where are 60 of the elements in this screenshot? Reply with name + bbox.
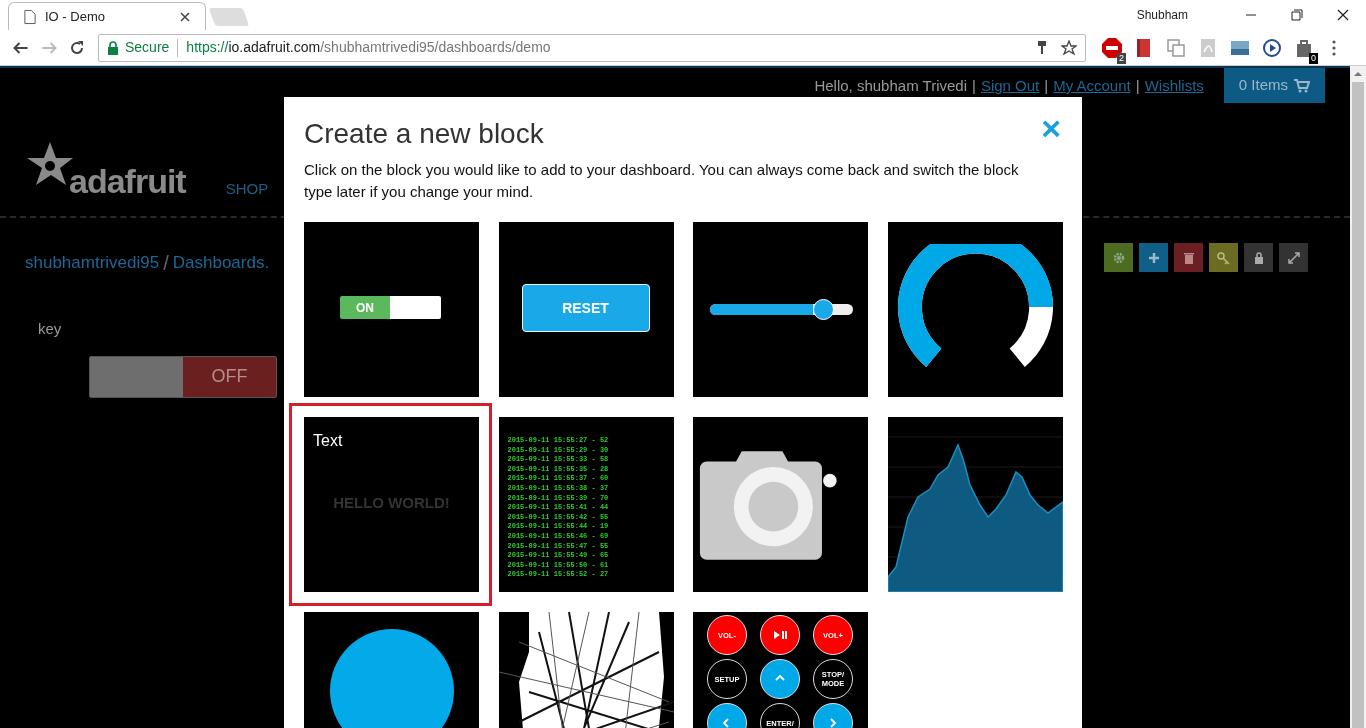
breadcrumb-link[interactable]: Dashboards. (172, 250, 270, 276)
play-pause-icon (772, 630, 788, 640)
trash-icon (1181, 250, 1196, 265)
block-tile[interactable] (693, 222, 868, 397)
menu-icon[interactable] (1332, 38, 1336, 57)
delete-button[interactable] (1174, 243, 1203, 272)
logo-text[interactable]: adafruit (69, 164, 186, 198)
fullscreen-button[interactable] (1279, 243, 1308, 272)
page-icon (23, 8, 37, 25)
separator-text: | (1044, 75, 1049, 96)
breadcrumb-link[interactable]: shubhamtrivedi95 (25, 250, 160, 276)
reset-button: RESET (521, 284, 650, 332)
plus-icon (1146, 250, 1161, 265)
lock-button[interactable] (1244, 243, 1273, 272)
play-icon[interactable] (1262, 37, 1282, 58)
gear-icon (1111, 250, 1126, 265)
modal-description: Click on the block you would like to add to your dashboard. You can always come back and switch the block type later if you change your mind. (304, 160, 1020, 202)
url-text: https://io.adafruit.com/shubhamtrivedi95/dashboards/demo (186, 38, 552, 57)
modal-title: Create a new block (304, 117, 544, 151)
block-tile[interactable] (887, 222, 1063, 397)
separator-text: | (1135, 75, 1140, 96)
key-icon[interactable] (1037, 40, 1047, 55)
header-link[interactable]: Wishlists (1144, 74, 1204, 98)
chevron-right-icon (827, 717, 839, 728)
close-icon[interactable] (179, 10, 191, 23)
address-bar[interactable]: Secure https://io.adafruit.com/shubhamtrivedi95/dashboards/demo (98, 33, 1086, 62)
badge-count: 2 (1117, 52, 1126, 64)
profile-name[interactable]: Shubham (1136, 6, 1188, 24)
key-icon (1216, 250, 1231, 265)
breadcrumb-separator: / (163, 251, 169, 276)
scroll-up-icon[interactable] (1353, 70, 1363, 78)
browser-tab[interactable]: IO - Demo (8, 2, 206, 30)
toggle-switch[interactable]: OFF (89, 355, 277, 398)
separator-text: | (972, 75, 976, 96)
header-link[interactable]: Sign Out (980, 74, 1040, 98)
header-link[interactable]: My Account (1053, 74, 1131, 98)
add-button[interactable] (1139, 243, 1168, 272)
key-button[interactable] (1209, 243, 1238, 272)
expand-icon (1286, 250, 1301, 265)
bookmark-star-icon[interactable] (1061, 39, 1077, 56)
secure-label: Secure (125, 38, 170, 57)
block-label: key (38, 319, 63, 339)
block-tile[interactable] (498, 417, 674, 592)
reload-icon[interactable] (68, 39, 86, 56)
scrollbar-thumb[interactable] (1352, 82, 1364, 728)
copy-icon[interactable] (1166, 37, 1186, 58)
close-button[interactable]: × (1041, 115, 1061, 141)
block-tile[interactable]: RESET (498, 222, 674, 397)
block-title: Text (313, 431, 343, 451)
cart-icon (1294, 78, 1310, 93)
scrollbar[interactable] (1350, 66, 1366, 728)
tab-title: IO - Demo (45, 7, 106, 26)
lock-icon (107, 40, 119, 55)
block-tile[interactable] (693, 417, 868, 592)
slider-thumb (812, 299, 834, 320)
cart-button[interactable]: 0 Items (1223, 68, 1325, 103)
nav-link[interactable]: SHOP (225, 177, 269, 200)
block-tile[interactable]: ON (304, 222, 479, 397)
greeting-text: Hello, shubham Trivedi (814, 75, 967, 96)
badge-count: 0 (1309, 52, 1318, 64)
